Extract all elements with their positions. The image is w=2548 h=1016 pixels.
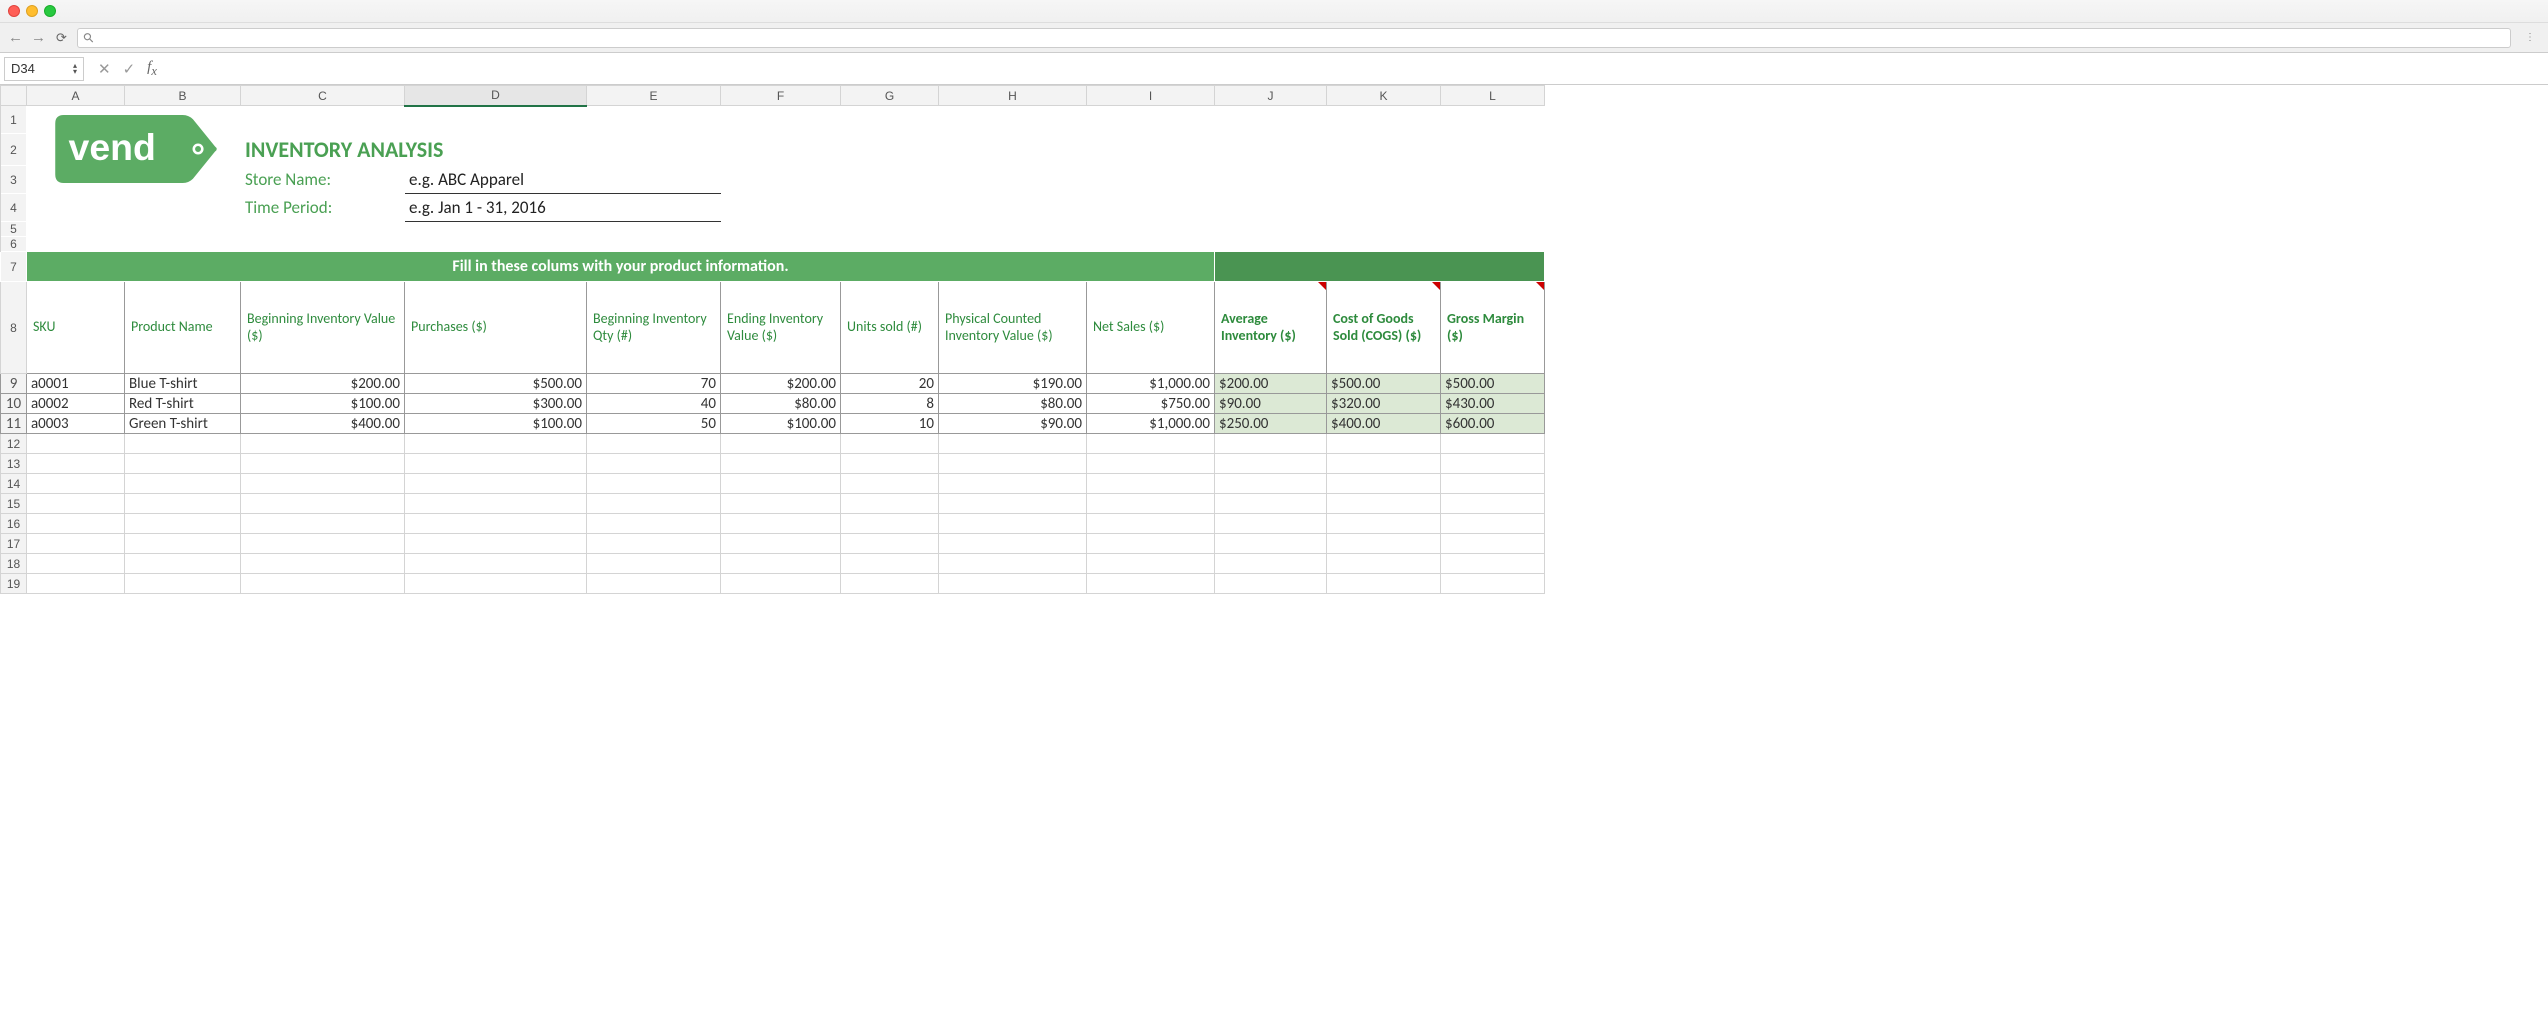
header-net-sales[interactable]: Net Sales ($) (1087, 282, 1215, 374)
store-name-label: Store Name: (245, 169, 331, 190)
row-header-13[interactable]: 13 (1, 454, 27, 474)
col-header-E[interactable]: E (587, 86, 721, 106)
header-beginning-value[interactable]: Beginning Inventory Value ($) (241, 282, 405, 374)
row-header-18[interactable]: 18 (1, 554, 27, 574)
header-units-sold[interactable]: Units sold (#) (841, 282, 939, 374)
cell-avg[interactable]: $200.00 (1215, 374, 1327, 394)
store-name-input[interactable]: e.g. ABC Apparel (405, 166, 721, 194)
header-gross-margin[interactable]: Gross Margin ($) (1441, 282, 1545, 374)
header-purchases[interactable]: Purchases ($) (405, 282, 587, 374)
svg-text:vend: vend (69, 126, 156, 168)
header-ending-value[interactable]: Ending Inventory Value ($) (721, 282, 841, 374)
row-header-9[interactable]: 9 (1, 374, 27, 394)
time-period-input[interactable]: e.g. Jan 1 - 31, 2016 (405, 194, 721, 222)
browser-chrome: ← → ⟳ ⚲ ⋮ (0, 0, 2548, 53)
window-close-button[interactable] (8, 5, 20, 17)
cell-beg-val[interactable]: $200.00 (241, 374, 405, 394)
cell-net-sales[interactable]: $1,000.00 (1087, 374, 1215, 394)
cell-gm[interactable]: $500.00 (1441, 374, 1545, 394)
window-maximize-button[interactable] (44, 5, 56, 17)
search-icon: ⚲ (80, 28, 98, 46)
header-product[interactable]: Product Name (125, 282, 241, 374)
col-header-F[interactable]: F (721, 86, 841, 106)
col-header-L[interactable]: L (1441, 86, 1545, 106)
col-header-G[interactable]: G (841, 86, 939, 106)
col-header-B[interactable]: B (125, 86, 241, 106)
logo-cell: vend (27, 106, 241, 222)
name-box[interactable]: D34 ▴▾ (4, 57, 84, 81)
grid[interactable]: A B C D E F G H I J K L 1 vend 2 INVENTO… (0, 85, 1545, 594)
col-header-A[interactable]: A (27, 86, 125, 106)
formula-bar: D34 ▴▾ ✕ ✓ fx (0, 53, 2548, 85)
row-header-7[interactable]: 7 (1, 252, 27, 282)
accept-formula-button[interactable]: ✓ (123, 60, 136, 78)
reload-button[interactable]: ⟳ (56, 30, 67, 46)
header-beginning-qty[interactable]: Beginning Inventory Qty (#) (587, 282, 721, 374)
row-header-6[interactable]: 6 (1, 237, 27, 252)
table-row[interactable]: 10 a0002 Red T-shirt $100.00 $300.00 40 … (1, 394, 1545, 414)
column-header-row: A B C D E F G H I J K L (1, 86, 1545, 106)
vend-logo: vend (51, 110, 221, 188)
row-header-3[interactable]: 3 (1, 166, 27, 194)
header-cogs[interactable]: Cost of Goods Sold (COGS) ($) (1327, 282, 1441, 374)
cell-phys[interactable]: $190.00 (939, 374, 1087, 394)
cell-end-val[interactable]: $200.00 (721, 374, 841, 394)
name-box-dropdown-icon[interactable]: ▴▾ (73, 63, 77, 75)
nav-bar: ← → ⟳ ⚲ ⋮ (0, 22, 2548, 52)
row-header-15[interactable]: 15 (1, 494, 27, 514)
comment-indicator-icon[interactable] (1432, 282, 1440, 290)
browser-menu-button[interactable]: ⋮ (2521, 32, 2540, 43)
formula-input[interactable] (167, 57, 2548, 81)
title-bar (0, 0, 2548, 22)
cell-beg-qty[interactable]: 70 (587, 374, 721, 394)
table-row[interactable]: 9 a0001 Blue T-shirt $200.00 $500.00 70 … (1, 374, 1545, 394)
row-header-17[interactable]: 17 (1, 534, 27, 554)
row-header-4[interactable]: 4 (1, 194, 27, 222)
cell-cogs[interactable]: $500.00 (1327, 374, 1441, 394)
col-header-K[interactable]: K (1327, 86, 1441, 106)
row-header-5[interactable]: 5 (1, 222, 27, 237)
col-header-I[interactable]: I (1087, 86, 1215, 106)
fx-icon[interactable]: fx (147, 59, 157, 79)
window-minimize-button[interactable] (26, 5, 38, 17)
col-header-H[interactable]: H (939, 86, 1087, 106)
instruction-banner: Fill in these colums with your product i… (27, 252, 1215, 282)
cell-purchases[interactable]: $500.00 (405, 374, 587, 394)
row-header-19[interactable]: 19 (1, 574, 27, 594)
cancel-formula-button[interactable]: ✕ (98, 60, 111, 78)
forward-button[interactable]: → (31, 29, 46, 46)
row-header-8[interactable]: 8 (1, 282, 27, 374)
cell-units[interactable]: 20 (841, 374, 939, 394)
select-all-corner[interactable] (1, 86, 27, 106)
cell-sku[interactable]: a0001 (27, 374, 125, 394)
back-button[interactable]: ← (8, 29, 23, 46)
comment-indicator-icon[interactable] (1318, 282, 1326, 290)
page-title: INVENTORY ANALYSIS (245, 136, 443, 163)
time-period-label: Time Period: (245, 197, 332, 218)
row-header-16[interactable]: 16 (1, 514, 27, 534)
col-header-D[interactable]: D (405, 86, 587, 106)
row-header-12[interactable]: 12 (1, 434, 27, 454)
address-bar[interactable]: ⚲ (77, 28, 2511, 48)
table-row[interactable]: 11 a0003 Green T-shirt $400.00 $100.00 5… (1, 414, 1545, 434)
spreadsheet[interactable]: A B C D E F G H I J K L 1 vend 2 INVENTO… (0, 85, 2548, 594)
cell-reference: D34 (11, 61, 35, 76)
header-avg-inventory[interactable]: Average Inventory ($) (1215, 282, 1327, 374)
cell-product[interactable]: Blue T-shirt (125, 374, 241, 394)
header-sku[interactable]: SKU (27, 282, 125, 374)
col-header-C[interactable]: C (241, 86, 405, 106)
col-header-J[interactable]: J (1215, 86, 1327, 106)
row-header-2[interactable]: 2 (1, 134, 27, 166)
row-header-11[interactable]: 11 (1, 414, 27, 434)
calc-banner (1215, 252, 1545, 282)
row-header-14[interactable]: 14 (1, 474, 27, 494)
row-header-10[interactable]: 10 (1, 394, 27, 414)
header-physical-count[interactable]: Physical Counted Inventory Value ($) (939, 282, 1087, 374)
comment-indicator-icon[interactable] (1536, 282, 1544, 290)
row-header-1[interactable]: 1 (1, 106, 27, 134)
